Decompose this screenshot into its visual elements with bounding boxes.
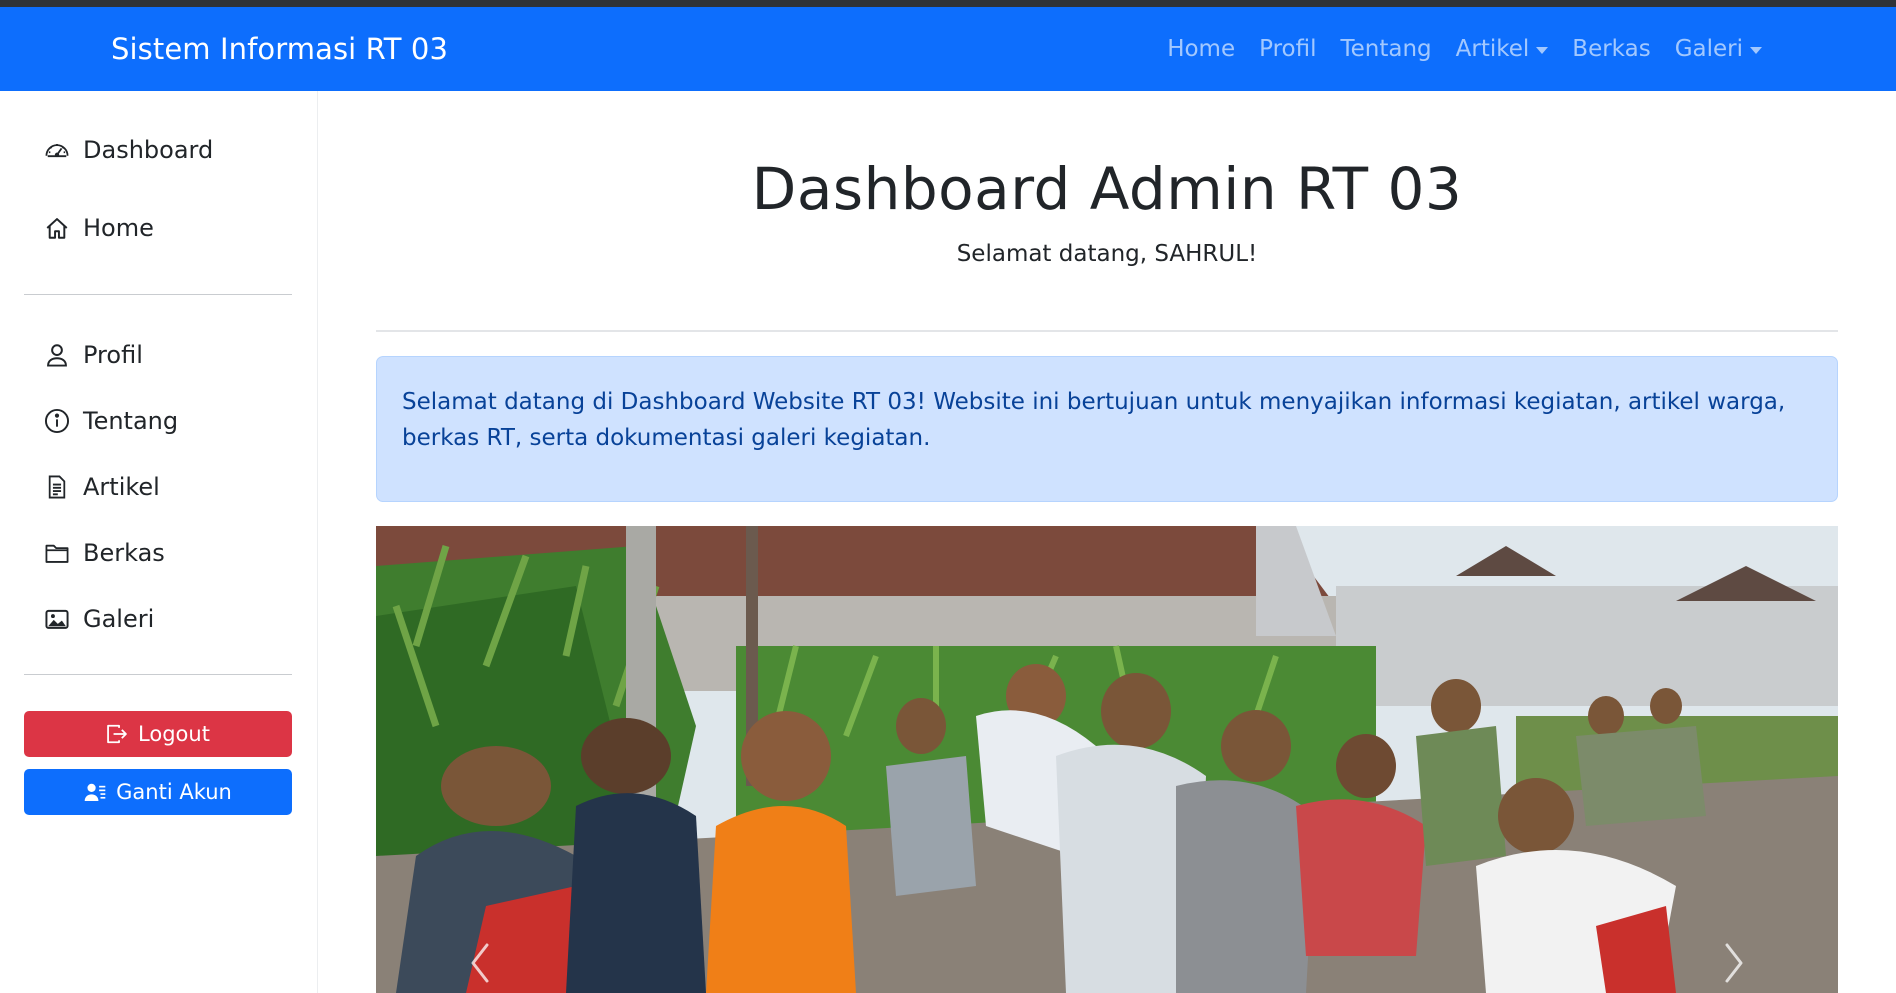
nav-link-label: Galeri — [1674, 36, 1743, 62]
top-navbar: Sistem Informasi RT 03 Home Profil Tenta… — [0, 7, 1896, 91]
sidebar-divider — [24, 674, 292, 675]
sidebar-item-galeri[interactable]: Galeri — [44, 599, 154, 639]
speedometer-icon — [45, 143, 69, 158]
sidebar: Dashboard Home Profil Tentang Artikel Be… — [0, 91, 318, 993]
nav-link-label: Berkas — [1572, 36, 1651, 62]
nav-dropdown-artikel[interactable]: Artikel — [1444, 36, 1561, 62]
file-text-icon — [48, 475, 66, 499]
sidebar-item-dashboard[interactable]: Dashboard — [44, 130, 213, 170]
nav-link-label: Artikel — [1455, 36, 1530, 62]
chevron-right-icon — [1725, 943, 1743, 983]
sidebar-item-artikel[interactable]: Artikel — [44, 467, 160, 507]
welcome-text: Selamat datang, SAHRUL! — [956, 241, 1258, 267]
info-alert: Selamat datang di Dashboard Website RT 0… — [376, 356, 1838, 502]
carousel-prev-button[interactable] — [426, 526, 536, 993]
person-icon — [47, 344, 67, 367]
box-arrow-right-icon — [107, 724, 127, 744]
folder-icon — [45, 544, 69, 563]
sidebar-item-label: Home — [83, 214, 154, 242]
nav-link-tentang[interactable]: Tentang — [1328, 36, 1443, 62]
navbar-links: Home Profil Tentang Artikel Berkas Galer… — [1155, 7, 1774, 91]
logout-label: Logout — [138, 722, 210, 746]
page-title: Dashboard Admin RT 03 — [751, 155, 1463, 223]
nav-link-home[interactable]: Home — [1155, 36, 1247, 62]
sidebar-item-home[interactable]: Home — [44, 208, 154, 248]
sidebar-item-tentang[interactable]: Tentang — [44, 401, 178, 441]
sidebar-item-profil[interactable]: Profil — [44, 335, 143, 375]
carousel-next-button[interactable] — [1678, 526, 1788, 993]
nav-link-profil[interactable]: Profil — [1247, 36, 1328, 62]
sidebar-divider — [24, 294, 292, 295]
sidebar-item-label: Profil — [83, 341, 143, 369]
navbar-brand[interactable]: Sistem Informasi RT 03 — [111, 7, 448, 91]
logout-button[interactable]: Logout — [24, 711, 292, 757]
nav-link-label: Home — [1167, 36, 1236, 62]
nav-dropdown-galeri[interactable]: Galeri — [1663, 36, 1774, 62]
carousel-image — [376, 526, 1838, 993]
sidebar-item-label: Tentang — [83, 407, 179, 435]
top-strip — [0, 0, 1896, 7]
switch-account-label: Ganti Akun — [116, 780, 232, 804]
nav-link-label: Profil — [1259, 36, 1317, 62]
nav-link-berkas[interactable]: Berkas — [1560, 36, 1662, 62]
switch-account-button[interactable]: Ganti Akun — [24, 769, 292, 815]
chevron-left-icon — [471, 943, 489, 983]
sidebar-item-label: Artikel — [83, 473, 160, 501]
main-content: Dashboard Admin RT 03 Selamat datang, SA… — [376, 91, 1838, 993]
content-divider — [376, 330, 1838, 332]
images-icon — [45, 609, 69, 629]
nav-link-label: Tentang — [1340, 36, 1432, 62]
sidebar-item-label: Galeri — [83, 605, 155, 633]
sidebar-item-label: Dashboard — [83, 136, 214, 164]
caret-down-icon — [1536, 46, 1549, 54]
house-icon — [46, 218, 68, 239]
person-lines-icon — [84, 783, 106, 801]
gallery-carousel[interactable] — [376, 526, 1838, 993]
caret-down-icon — [1750, 46, 1762, 54]
info-circle-icon — [44, 408, 70, 434]
sidebar-item-label: Berkas — [83, 539, 165, 567]
sidebar-item-berkas[interactable]: Berkas — [44, 533, 165, 573]
